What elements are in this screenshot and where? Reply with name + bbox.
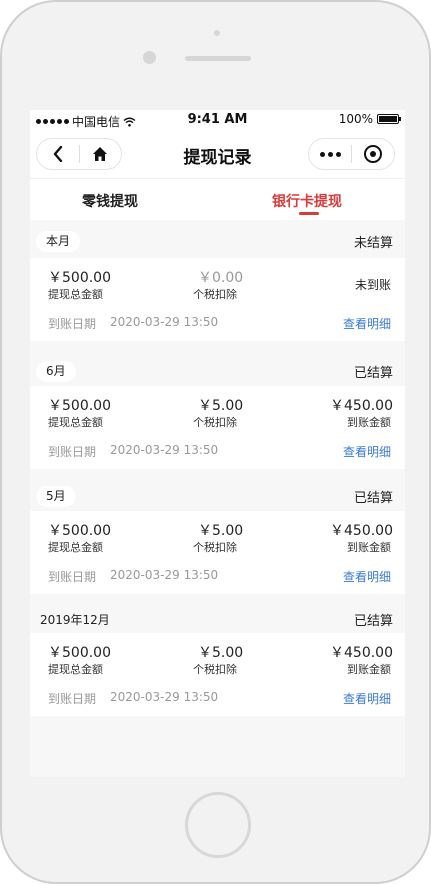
tax-label: 个税扣除 xyxy=(193,541,237,554)
mute-switch xyxy=(0,120,2,142)
withdraw-record-card[interactable]: ￥500.00 提现总金额 ￥5.00 个税扣除 ￥450.00 到账金额 到账… xyxy=(30,386,405,469)
date-label: 到账日期 xyxy=(48,570,97,584)
view-detail-link[interactable]: 查看明细 xyxy=(343,443,391,460)
received-amount: ￥450.00 xyxy=(330,398,393,414)
date-row: 到账日期 2020-03-29 13:50 xyxy=(48,315,218,332)
close-miniprogram-button[interactable] xyxy=(352,139,394,169)
date-row: 到账日期 2020-03-29 13:50 xyxy=(48,568,218,585)
more-dots-icon xyxy=(319,151,341,157)
target-icon xyxy=(364,145,382,163)
more-button[interactable] xyxy=(309,139,351,169)
month-header: 6月 已结算 xyxy=(30,352,405,388)
received-label: 到账金额 xyxy=(347,663,391,676)
battery-percent: 100% xyxy=(338,112,373,126)
settle-status: 已结算 xyxy=(353,491,393,506)
date-value: 2020-03-29 13:50 xyxy=(110,568,219,582)
front-camera xyxy=(214,30,220,36)
total-label: 提现总金额 xyxy=(48,288,103,301)
tax-amount: ￥5.00 xyxy=(198,523,244,539)
received-amount: ￥450.00 xyxy=(330,645,393,661)
not-received-status: 未到账 xyxy=(354,278,391,292)
month-header: 2019年12月 已结算 xyxy=(30,600,405,636)
tax-amount: ￥5.00 xyxy=(198,645,244,661)
tax-amount: ￥5.00 xyxy=(198,398,244,414)
status-bar: 中国电信 9:41 AM 100% xyxy=(30,110,405,130)
total-label: 提现总金额 xyxy=(48,541,103,554)
month-label: 6月 xyxy=(36,361,76,382)
month-label: 2019年12月 xyxy=(40,613,110,627)
date-label: 到账日期 xyxy=(48,692,97,706)
nav-capsule-right xyxy=(308,138,395,170)
volume-down-button xyxy=(0,216,2,260)
month-header: 5月 已结算 xyxy=(30,477,405,513)
tab-bank-card-withdraw[interactable]: 银行卡提现 xyxy=(272,191,342,211)
tax-label: 个税扣除 xyxy=(193,663,237,676)
settle-status: 已结算 xyxy=(353,366,393,381)
withdraw-record-card[interactable]: ￥500.00 提现总金额 ￥5.00 个税扣除 ￥450.00 到账金额 到账… xyxy=(30,633,405,716)
app-screen: 中国电信 9:41 AM 100% 提现记录 零钱提现 银行卡提现 本月 未结算… xyxy=(30,110,405,777)
battery-icon xyxy=(377,114,401,124)
view-detail-link[interactable]: 查看明细 xyxy=(343,568,391,585)
date-value: 2020-03-29 13:50 xyxy=(110,690,219,704)
month-label: 5月 xyxy=(36,486,76,507)
proximity-sensor xyxy=(143,51,156,64)
date-value: 2020-03-29 13:50 xyxy=(110,443,219,457)
tab-wallet-withdraw[interactable]: 零钱提现 xyxy=(82,191,138,211)
received-label: 到账金额 xyxy=(347,541,391,554)
date-row: 到账日期 2020-03-29 13:50 xyxy=(48,690,218,707)
withdraw-record-card[interactable]: ￥500.00 提现总金额 ￥0.00 个税扣除 未到账 到账日期 2020-0… xyxy=(30,258,405,341)
date-label: 到账日期 xyxy=(48,317,97,331)
earpiece-speaker xyxy=(185,56,251,61)
withdraw-record-card[interactable]: ￥500.00 提现总金额 ￥5.00 个税扣除 ￥450.00 到账金额 到账… xyxy=(30,511,405,594)
home-button[interactable] xyxy=(185,792,251,858)
tax-label: 个税扣除 xyxy=(193,416,237,429)
month-label: 本月 xyxy=(36,231,81,252)
nav-bar: 提现记录 xyxy=(30,130,405,178)
received-label: 到账金额 xyxy=(347,416,391,429)
date-label: 到账日期 xyxy=(48,445,97,459)
tab-bar: 零钱提现 银行卡提现 xyxy=(30,178,405,220)
date-row: 到账日期 2020-03-29 13:50 xyxy=(48,443,218,460)
received-amount: ￥450.00 xyxy=(330,523,393,539)
total-amount: ￥500.00 xyxy=(48,398,111,414)
total-amount: ￥500.00 xyxy=(48,645,111,661)
view-detail-link[interactable]: 查看明细 xyxy=(343,315,391,332)
tax-label: 个税扣除 xyxy=(193,288,237,301)
view-detail-link[interactable]: 查看明细 xyxy=(343,690,391,707)
phone-frame: 中国电信 9:41 AM 100% 提现记录 零钱提现 银行卡提现 本月 未结算… xyxy=(0,0,431,884)
total-amount: ￥500.00 xyxy=(48,270,111,286)
total-label: 提现总金额 xyxy=(48,663,103,676)
settle-status: 已结算 xyxy=(353,614,393,629)
settle-status: 未结算 xyxy=(353,236,393,251)
tax-amount: ￥0.00 xyxy=(198,270,244,286)
total-label: 提现总金额 xyxy=(48,416,103,429)
total-amount: ￥500.00 xyxy=(48,523,111,539)
active-tab-indicator xyxy=(299,212,319,215)
volume-up-button xyxy=(0,162,2,206)
date-value: 2020-03-29 13:50 xyxy=(110,315,219,329)
month-header: 本月 未结算 xyxy=(30,222,405,258)
